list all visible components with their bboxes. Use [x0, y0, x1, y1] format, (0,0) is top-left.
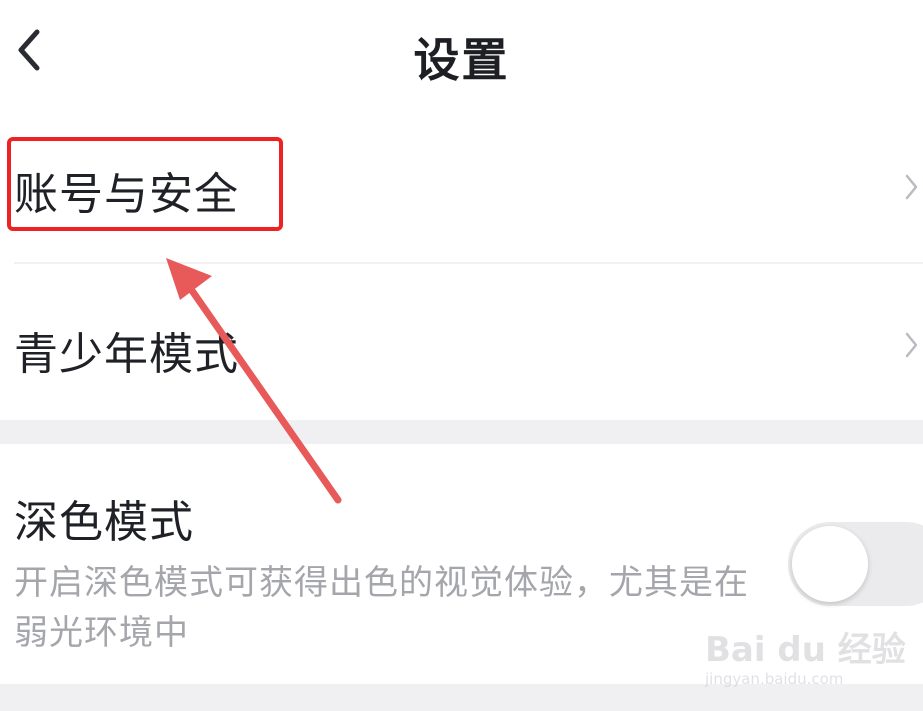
baidu-watermark: Bai du 经验 jingyan.baidu.com — [705, 616, 906, 696]
toggle-knob — [792, 526, 868, 602]
settings-screen: 设置 账号与安全 青少年模式 深色模式 开启深色模式可获得出色的视觉体验，尤其是… — [0, 0, 923, 711]
watermark-url: jingyan.baidu.com — [705, 670, 844, 688]
teen-mode-label: 青少年模式 — [14, 329, 239, 380]
chevron-right-icon — [905, 332, 918, 358]
dark-mode-description: 开启深色模式可获得出色的视觉体验，尤其是在弱光环境中 — [14, 563, 749, 653]
page-title: 设置 — [413, 33, 510, 87]
chevron-right-icon — [905, 174, 918, 200]
dark-mode-label: 深色模式 — [14, 497, 194, 548]
row-divider — [14, 262, 923, 264]
section-separator — [0, 420, 923, 444]
settings-item-teen-mode[interactable]: 青少年模式 — [0, 266, 923, 418]
highlight-box — [7, 137, 283, 231]
watermark-brand: Bai du 经验 — [705, 630, 906, 670]
dark-mode-toggle[interactable] — [788, 522, 923, 606]
header: 设置 — [0, 0, 923, 110]
